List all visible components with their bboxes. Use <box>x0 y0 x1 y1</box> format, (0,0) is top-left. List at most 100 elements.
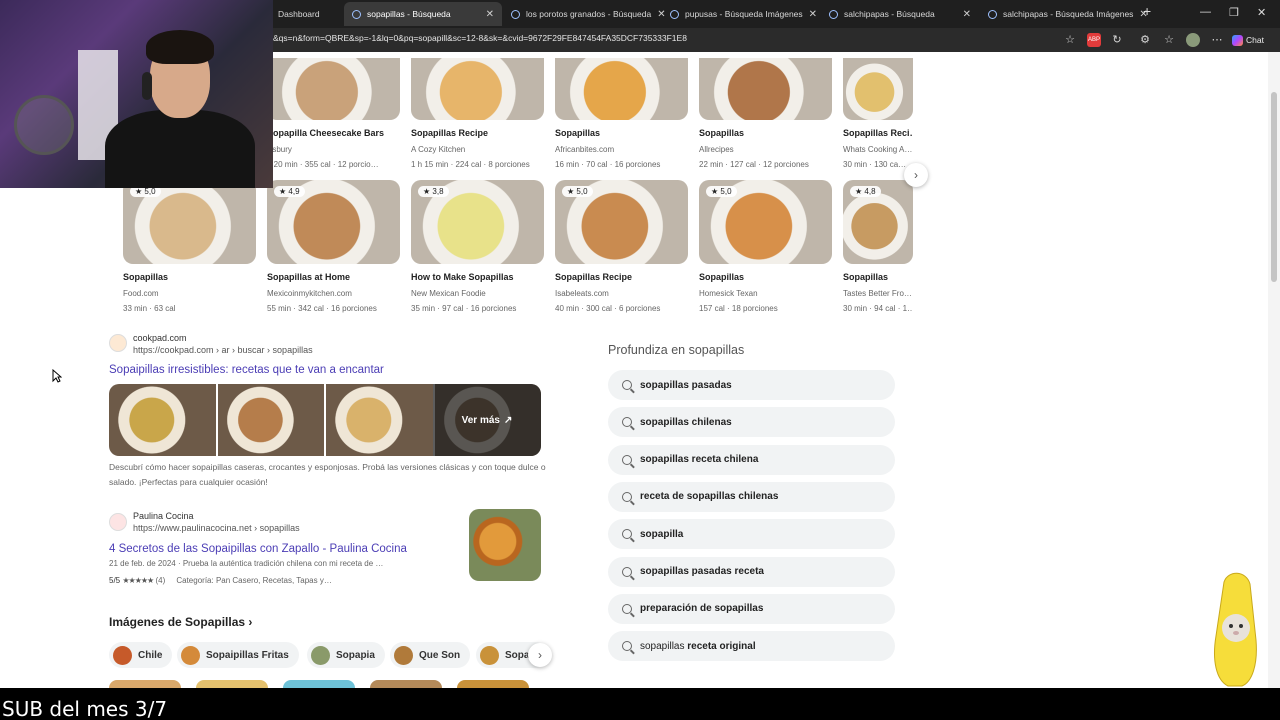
recipe-thumbnail[interactable]: ★ 5,0 <box>699 180 832 264</box>
image-chip[interactable]: Sopapia <box>307 642 385 668</box>
favorites-icon[interactable]: ☆ <box>1162 33 1176 47</box>
recipe-card[interactable]: Sopapillas Recipe A Cozy Kitchen 1 h 15 mi… <box>411 58 544 169</box>
related-search-item[interactable]: sopapillas receta original <box>608 631 895 662</box>
see-more-button[interactable]: Ver más ↗ <box>433 384 541 456</box>
recipe-card[interactable]: Sopapillas Allrecipes 22 min · 127 cal · 1… <box>699 58 832 169</box>
related-search-item[interactable]: sopapilla <box>608 519 895 550</box>
scrollbar-thumb[interactable] <box>1271 92 1277 282</box>
recipe-title[interactable]: Sopapillas <box>123 272 256 282</box>
recipe-title[interactable]: Sopapillas Recipe <box>411 128 544 138</box>
maximize-icon[interactable]: ❐ <box>1229 6 1239 19</box>
profile-avatar[interactable] <box>1186 33 1200 47</box>
recipe-title[interactable]: Sopapillas Reci… <box>843 128 913 138</box>
recipe-title[interactable]: How to Make Sopapillas <box>411 272 544 282</box>
result-image[interactable] <box>109 384 216 456</box>
new-tab-icon[interactable]: + <box>1143 3 1151 19</box>
result-title-link[interactable]: 4 Secretos de las Sopaipillas con Zapall… <box>109 543 407 555</box>
tab-salchipapas[interactable]: salchipapas - Búsqueda ✕ <box>821 2 979 26</box>
extensions-icon[interactable]: ⚙ <box>1138 33 1152 47</box>
result-url[interactable]: https://cookpad.com › ar › buscar › sopa… <box>133 345 313 355</box>
recipe-source: New Mexican Foodie <box>411 289 486 298</box>
recipe-thumbnail[interactable] <box>555 58 688 120</box>
recipe-card[interactable]: Sopapillas Africanbites.com 16 min · 70 ca… <box>555 58 688 169</box>
chips-next-button[interactable]: › <box>528 643 552 667</box>
related-search-item[interactable]: preparación de sopapillas <box>608 593 895 624</box>
close-window-icon[interactable]: ✕ <box>1257 6 1266 19</box>
recipe-card[interactable]: ★ 4,8 Sopapillas Tastes Better Fro… 30 min … <box>843 180 913 313</box>
image-chip[interactable]: Chile <box>109 642 173 668</box>
related-search-bold: receta original <box>687 640 756 652</box>
recipe-thumbnail[interactable]: ★ 5,0 <box>123 180 256 264</box>
images-section-heading[interactable]: Imágenes de Sopapillas › <box>109 615 252 629</box>
recipe-meta: 30 min · 94 cal · 1… <box>843 304 913 313</box>
rating-stars: ★★★★★ <box>122 576 154 585</box>
result-site-name: Paulina Cocina <box>133 511 194 521</box>
recipe-title[interactable]: Sopapillas <box>699 128 832 138</box>
recipe-source: Food.com <box>123 289 159 298</box>
recipe-title[interactable]: Sopapillas at Home <box>267 272 400 282</box>
close-icon[interactable]: ✕ <box>963 9 971 20</box>
recipe-title[interactable]: Sopapilla Cheesecake Bars <box>267 128 400 138</box>
recipe-title[interactable]: Sopapillas Recipe <box>555 272 688 282</box>
close-icon[interactable]: ✕ <box>486 9 494 20</box>
star-icon: ★ <box>711 187 721 196</box>
recipe-card[interactable]: ★ 4,9 Sopapillas at Home Mexicoinmykitchen… <box>267 180 400 313</box>
recipe-card[interactable]: ★ 3,8 How to Make Sopapillas New Mexican F… <box>411 180 544 313</box>
recipe-card[interactable]: Sopapillas Reci… Whats Cooking A… 30 min ·… <box>843 58 913 169</box>
related-search-item[interactable]: sopapillas pasadas <box>608 370 895 400</box>
tab-pupusas[interactable]: pupusas - Búsqueda Imágenes ✕ <box>662 2 820 26</box>
recipe-title[interactable]: Sopapillas <box>699 272 832 282</box>
recipe-card[interactable]: ★ 5,0 Sopapillas Recipe Isabeleats.com 40 m… <box>555 180 688 313</box>
close-icon[interactable]: ✕ <box>809 9 817 20</box>
recipe-card[interactable]: ★ 5,0 Sopapillas Homesick Texan 157 cal · 1… <box>699 180 832 313</box>
favorite-star-icon[interactable]: ☆ <box>1063 33 1077 47</box>
search-icon <box>622 417 632 428</box>
recipe-thumbnail[interactable]: ★ 4,9 <box>267 180 400 264</box>
recipe-thumbnail[interactable]: ★ 5,0 <box>555 180 688 264</box>
tab-dashboard[interactable]: Dashboard <box>270 2 342 26</box>
copilot-chat-button[interactable]: Chat <box>1232 32 1264 48</box>
tab-label: salchipapas - Búsqueda <box>844 9 935 19</box>
rating-value: 4,8 <box>864 187 876 196</box>
related-search-item[interactable]: receta de sopapillas chilenas <box>608 481 895 512</box>
result-thumbnail[interactable] <box>469 509 541 581</box>
result-url[interactable]: https://www.paulinacocina.net › sopapill… <box>133 523 300 533</box>
url-field[interactable]: &qs=n&form=QBRE&sp=-1&lq=0&pq=sopapill&s… <box>273 33 1063 43</box>
search-icon <box>622 454 632 465</box>
image-chip[interactable]: Sopaipillas Fritas <box>177 642 299 668</box>
adblock-icon[interactable]: ABP <box>1087 33 1101 47</box>
tab-sopapillas[interactable]: sopapillas - Búsqueda ✕ <box>344 2 502 26</box>
recipe-thumbnail[interactable] <box>699 58 832 120</box>
more-menu-icon[interactable]: ⋯ <box>1210 33 1224 47</box>
chip-label: Sopaipillas Fritas <box>206 649 289 661</box>
related-search-item[interactable]: sopapillas pasadas receta <box>608 556 895 587</box>
minimize-icon[interactable]: — <box>1200 6 1211 18</box>
related-search-item[interactable]: sopapillas chilenas <box>608 407 895 438</box>
recipe-meta: 16 min · 70 cal · 16 porciones <box>555 160 661 169</box>
recipe-source: Isabeleats.com <box>555 289 609 298</box>
related-search-bold: sopapillas receta chilena <box>640 454 759 466</box>
result-image[interactable] <box>217 384 324 456</box>
recipe-card[interactable]: Sopapilla Cheesecake Bars illsbury h 20 mi… <box>267 58 400 169</box>
recipe-meta: 22 min · 127 cal · 12 porciones <box>699 160 809 169</box>
result-title-link[interactable]: Sopaipillas irresistibles: recetas que t… <box>109 364 384 376</box>
image-chip[interactable]: Que Son <box>390 642 471 668</box>
tab-porotos[interactable]: los porotos granados - Búsqueda ✕ <box>503 2 666 26</box>
result-image[interactable] <box>326 384 433 456</box>
page-scrollbar[interactable] <box>1268 52 1280 688</box>
recipe-meta: 33 min · 63 cal <box>123 304 176 313</box>
recipe-thumbnail[interactable]: ★ 3,8 <box>411 180 544 264</box>
person-hair-shape <box>146 30 214 64</box>
tab-salchipapas-images[interactable]: salchipapas - Búsqueda Imágenes ✕ <box>980 2 1148 26</box>
recipe-thumbnail[interactable] <box>843 58 913 120</box>
recipe-thumbnail[interactable] <box>411 58 544 120</box>
refresh-extension-icon[interactable]: ↻ <box>1110 33 1124 47</box>
recipe-thumbnail[interactable] <box>267 58 400 120</box>
recipe-title[interactable]: Sopapillas <box>555 128 688 138</box>
recipe-card[interactable]: ★ 5,0 Sopapillas Food.com 33 min · 63 cal <box>123 180 256 313</box>
related-search-text: receta de sopapillas chilenas <box>640 491 778 502</box>
related-search-item[interactable]: sopapillas receta chilena <box>608 444 895 475</box>
recipe-title[interactable]: Sopapillas <box>843 272 913 282</box>
carousel-next-button[interactable]: › <box>904 163 928 187</box>
recipe-thumbnail[interactable]: ★ 4,8 <box>843 180 913 264</box>
